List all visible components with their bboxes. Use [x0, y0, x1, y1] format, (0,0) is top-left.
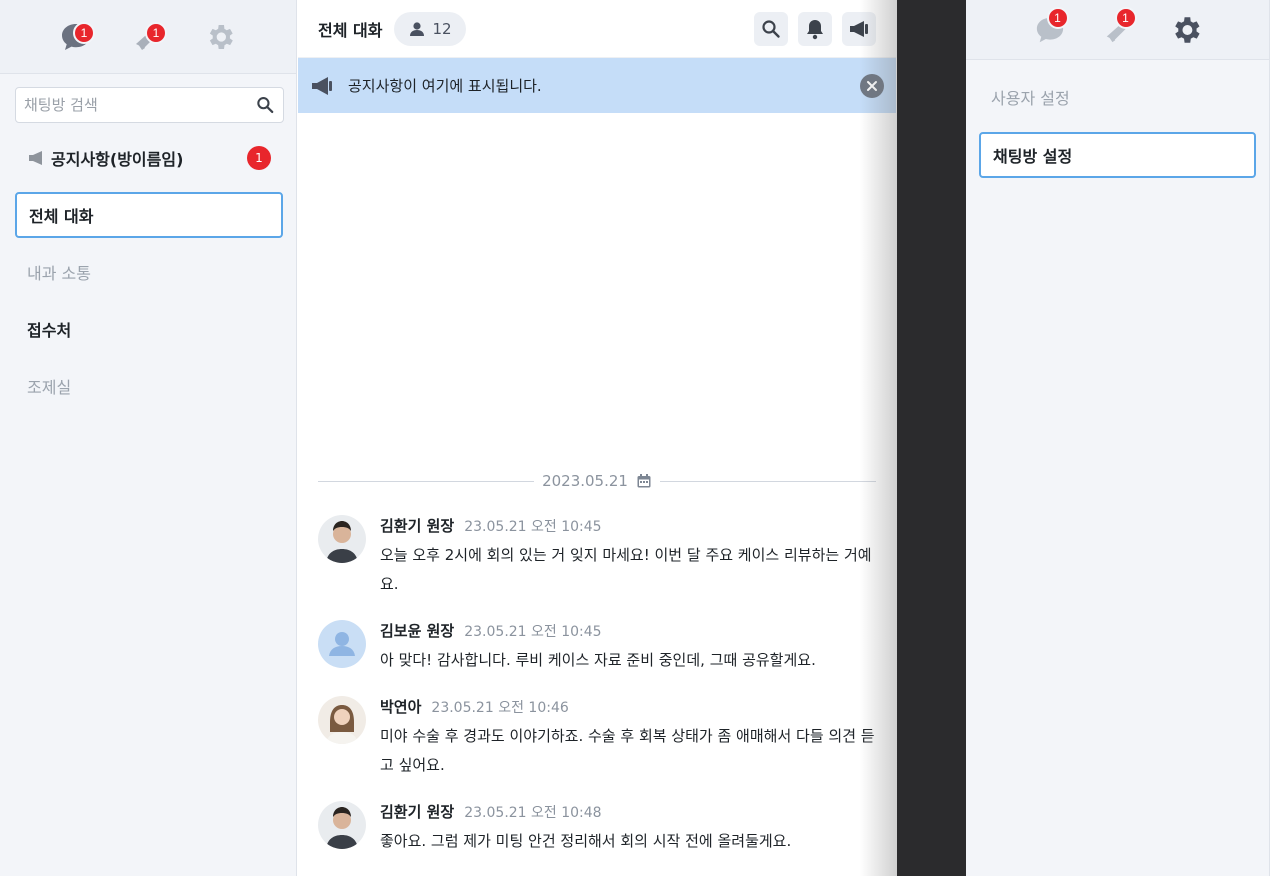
sender-name: 김환기 원장 — [380, 517, 455, 535]
date-divider: 2023.05.21 — [318, 470, 877, 492]
message-header: 김환기 원장 23.05.21 오전 10:45 — [380, 515, 878, 536]
settings-panel: 1 1 사용자 설정 채팅방 설정 — [966, 0, 1270, 876]
notice-badge: 1 — [1114, 6, 1137, 29]
chat-badge: 1 — [73, 21, 95, 44]
room-label: 내과 소통 — [27, 264, 91, 283]
panel-shadow — [860, 0, 897, 876]
header-actions — [754, 11, 876, 46]
settings-nav-button[interactable] — [1165, 9, 1207, 51]
sender-name: 김보윤 원장 — [380, 622, 455, 640]
window-gap — [897, 0, 966, 876]
message-text: 오늘 오후 2시에 회의 있는 거 잊지 마세요! 이번 달 주요 케이스 리뷰… — [380, 546, 872, 593]
user-photo-icon — [318, 696, 366, 744]
room-item-pharmacy[interactable]: 조제실 — [15, 363, 283, 409]
room-label: 전체 대화 — [29, 207, 94, 226]
settings-list: 사용자 설정 채팅방 설정 — [966, 74, 1270, 190]
chat-header: 전체 대화 12 — [298, 0, 896, 58]
settings-item-user[interactable]: 사용자 설정 — [979, 74, 1256, 120]
room-label: 조제실 — [27, 378, 72, 397]
megaphone-icon — [312, 76, 332, 95]
room-list: 공지사항(방이름임) 1 전체 대화 내과 소통 접수처 조제실 — [0, 135, 297, 420]
message-item: 김환기 원장 23.05.21 오전 10:48 좋아요. 그럼 제가 미팅 안… — [318, 801, 878, 856]
message-header: 박연아 23.05.21 오전 10:46 — [380, 696, 878, 717]
default-avatar-icon — [318, 620, 366, 668]
avatar[interactable] — [318, 620, 366, 668]
notice-nav-button[interactable]: 1 — [127, 16, 169, 58]
notice-bar: 공지사항이 여기에 표시됩니다. — [298, 58, 896, 113]
settings-top-nav: 1 1 — [966, 0, 1269, 60]
message-time: 23.05.21 오전 10:45 — [464, 624, 602, 640]
notification-button[interactable] — [798, 11, 832, 46]
settings-item-room[interactable]: 채팅방 설정 — [979, 132, 1256, 178]
gear-icon — [1174, 16, 1200, 43]
avatar[interactable] — [318, 515, 366, 563]
message-time: 23.05.21 오전 10:48 — [464, 805, 602, 821]
search-icon — [762, 19, 780, 38]
message-text: 좋아요. 그럼 제가 미팅 안건 정리해서 회의 시작 전에 올려둘게요. — [380, 832, 792, 850]
message-body: 김보윤 원장 23.05.21 오전 10:45 아 맞다! 감사합니다. 루비… — [380, 620, 878, 675]
room-item-notice[interactable]: 공지사항(방이름임) 1 — [15, 135, 283, 181]
notice-badge: 1 — [145, 21, 167, 44]
notice-nav-button[interactable]: 1 — [1097, 6, 1139, 51]
divider-line — [318, 480, 535, 482]
message-time: 23.05.21 오전 10:45 — [464, 519, 602, 535]
avatar[interactable] — [318, 696, 366, 744]
gear-icon — [209, 24, 233, 49]
message-text: 미야 수술 후 경과도 이야기하죠. 수술 후 회복 상태가 좀 애매해서 다들… — [380, 727, 875, 774]
bell-icon — [807, 19, 823, 39]
search-button[interactable] — [754, 11, 788, 46]
message-header: 김환기 원장 23.05.21 오전 10:48 — [380, 801, 878, 822]
member-count-chip[interactable]: 12 — [394, 11, 466, 46]
settings-item-label: 사용자 설정 — [991, 89, 1070, 108]
chat-title: 전체 대화 — [318, 20, 383, 40]
settings-nav-button[interactable] — [199, 16, 241, 58]
calendar-icon — [637, 474, 651, 488]
settings-item-label: 채팅방 설정 — [993, 147, 1073, 166]
message-list: 김환기 원장 23.05.21 오전 10:45 오늘 오후 2시에 회의 있는… — [318, 515, 878, 876]
message-body: 김환기 원장 23.05.21 오전 10:45 오늘 오후 2시에 회의 있는… — [380, 515, 878, 599]
chat-nav-button[interactable]: 1 — [1029, 6, 1071, 51]
megaphone-icon — [29, 151, 42, 165]
room-unread-badge: 1 — [247, 146, 271, 170]
chat-sidebar: 1 1 공지사항(방이름임) 1 전체 대화 내과 소통 접수처 조제실 — [0, 0, 297, 876]
notice-text: 공지사항이 여기에 표시됩니다. — [348, 77, 542, 95]
avatar[interactable] — [318, 801, 366, 849]
message-item: 김환기 원장 23.05.21 오전 10:45 오늘 오후 2시에 회의 있는… — [318, 515, 878, 599]
person-icon — [410, 21, 425, 36]
chat-badge: 1 — [1046, 6, 1069, 29]
room-label: 공지사항(방이름임) — [51, 150, 184, 169]
chat-nav-button[interactable]: 1 — [55, 16, 97, 58]
sidebar-top-nav: 1 1 — [0, 0, 296, 74]
message-text: 아 맞다! 감사합니다. 루비 케이스 자료 준비 중인데, 그때 공유할게요. — [380, 651, 816, 669]
message-body: 박연아 23.05.21 오전 10:46 미야 수술 후 경과도 이야기하죠.… — [380, 696, 878, 780]
message-item: 박연아 23.05.21 오전 10:46 미야 수술 후 경과도 이야기하죠.… — [318, 696, 878, 780]
date-text: 2023.05.21 — [542, 472, 628, 490]
message-item: 김보윤 원장 23.05.21 오전 10:45 아 맞다! 감사합니다. 루비… — [318, 620, 878, 675]
user-photo-icon — [318, 801, 366, 849]
room-item-all-chat[interactable]: 전체 대화 — [15, 192, 283, 238]
message-body: 김환기 원장 23.05.21 오전 10:48 좋아요. 그럼 제가 미팅 안… — [380, 801, 878, 856]
sender-name: 김환기 원장 — [380, 803, 455, 821]
search-icon[interactable] — [256, 95, 275, 115]
message-header: 김보윤 원장 23.05.21 오전 10:45 — [380, 620, 878, 641]
message-time: 23.05.21 오전 10:46 — [431, 700, 569, 716]
room-search[interactable] — [15, 87, 284, 123]
user-photo-icon — [318, 515, 366, 563]
sender-name: 박연아 — [380, 698, 422, 716]
chat-main: 전체 대화 12 공지사항이 여기에 표시됩니다. 2023.05.21 김환기… — [298, 0, 896, 876]
room-search-input[interactable] — [24, 96, 257, 114]
divider-line — [659, 480, 877, 482]
room-item-reception[interactable]: 접수처 — [15, 306, 283, 352]
member-count: 12 — [432, 19, 452, 38]
room-item-internal-medicine[interactable]: 내과 소통 — [15, 249, 283, 295]
room-label: 접수처 — [27, 321, 72, 340]
